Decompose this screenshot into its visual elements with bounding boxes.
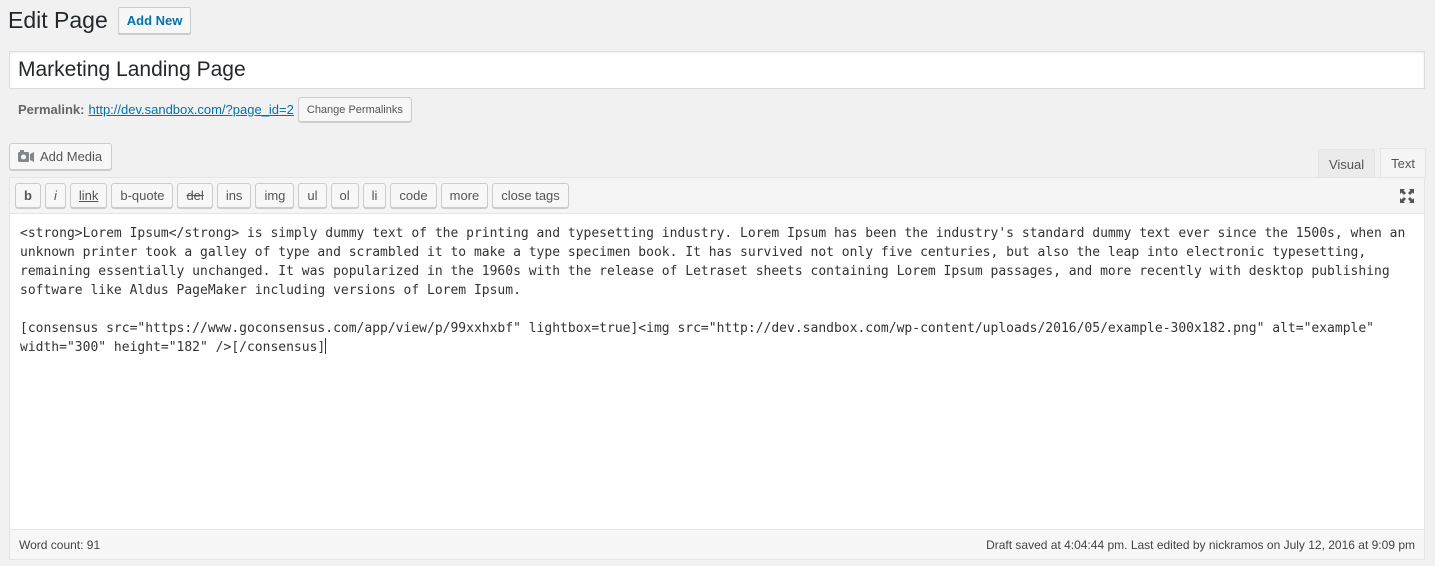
- editor-container: b i link b-quote del ins img ul ol li co…: [9, 177, 1425, 560]
- page-title: Edit Page: [8, 6, 108, 33]
- qt-li-button[interactable]: li: [362, 183, 387, 208]
- word-count: Word count: 91: [19, 537, 101, 552]
- add-new-button[interactable]: Add New: [117, 6, 192, 34]
- post-title-input[interactable]: Marketing Landing Page: [9, 51, 1425, 89]
- qt-italic-button[interactable]: i: [44, 183, 66, 208]
- qt-link-button[interactable]: link: [69, 183, 108, 208]
- tab-visual[interactable]: Visual: [1317, 149, 1376, 178]
- editor-tabs: Visual Text: [1313, 148, 1426, 178]
- permalink-link[interactable]: http://dev.sandbox.com/?page_id=2: [88, 102, 293, 117]
- qt-more-button[interactable]: more: [440, 183, 489, 208]
- qt-img-button[interactable]: img: [255, 183, 295, 208]
- qt-blockquote-button[interactable]: b-quote: [111, 183, 174, 208]
- add-media-button[interactable]: Add Media: [9, 143, 113, 170]
- editor-status-bar: Word count: 91 Draft saved at 4:04:44 pm…: [10, 529, 1424, 559]
- tab-text[interactable]: Text: [1380, 148, 1426, 178]
- content-paragraph-2: [consensus src="https://www.goconsensus.…: [20, 319, 1414, 357]
- content-paragraph-1: <strong>Lorem Ipsum</strong> is simply d…: [20, 226, 1414, 298]
- qt-ins-button[interactable]: ins: [216, 183, 252, 208]
- text-caret: [325, 338, 327, 354]
- permalink-row: Permalink: http://dev.sandbox.com/?page_…: [18, 97, 412, 122]
- media-camera-icon: [17, 149, 35, 165]
- qt-bold-button[interactable]: b: [15, 183, 41, 208]
- change-permalinks-button[interactable]: Change Permalinks: [297, 97, 412, 122]
- qt-close-tags-button[interactable]: close tags: [492, 183, 569, 208]
- page-header: Edit Page Add New: [8, 5, 192, 35]
- draft-saved-status: Draft saved at 4:04:44 pm. Last edited b…: [986, 537, 1415, 552]
- qt-ul-button[interactable]: ul: [298, 183, 327, 208]
- qt-code-button[interactable]: code: [390, 183, 437, 208]
- permalink-label: Permalink:: [18, 102, 85, 117]
- quicktags-toolbar: b i link b-quote del ins img ul ol li co…: [10, 178, 1424, 214]
- content-paragraph-2-text: [consensus src="https://www.goconsensus.…: [20, 321, 1382, 355]
- qt-del-button[interactable]: del: [177, 183, 213, 208]
- qt-ol-button[interactable]: ol: [330, 183, 359, 208]
- add-media-label: Add Media: [40, 149, 103, 164]
- content-textarea[interactable]: <strong>Lorem Ipsum</strong> is simply d…: [10, 214, 1424, 522]
- fullscreen-icon[interactable]: [1398, 187, 1416, 205]
